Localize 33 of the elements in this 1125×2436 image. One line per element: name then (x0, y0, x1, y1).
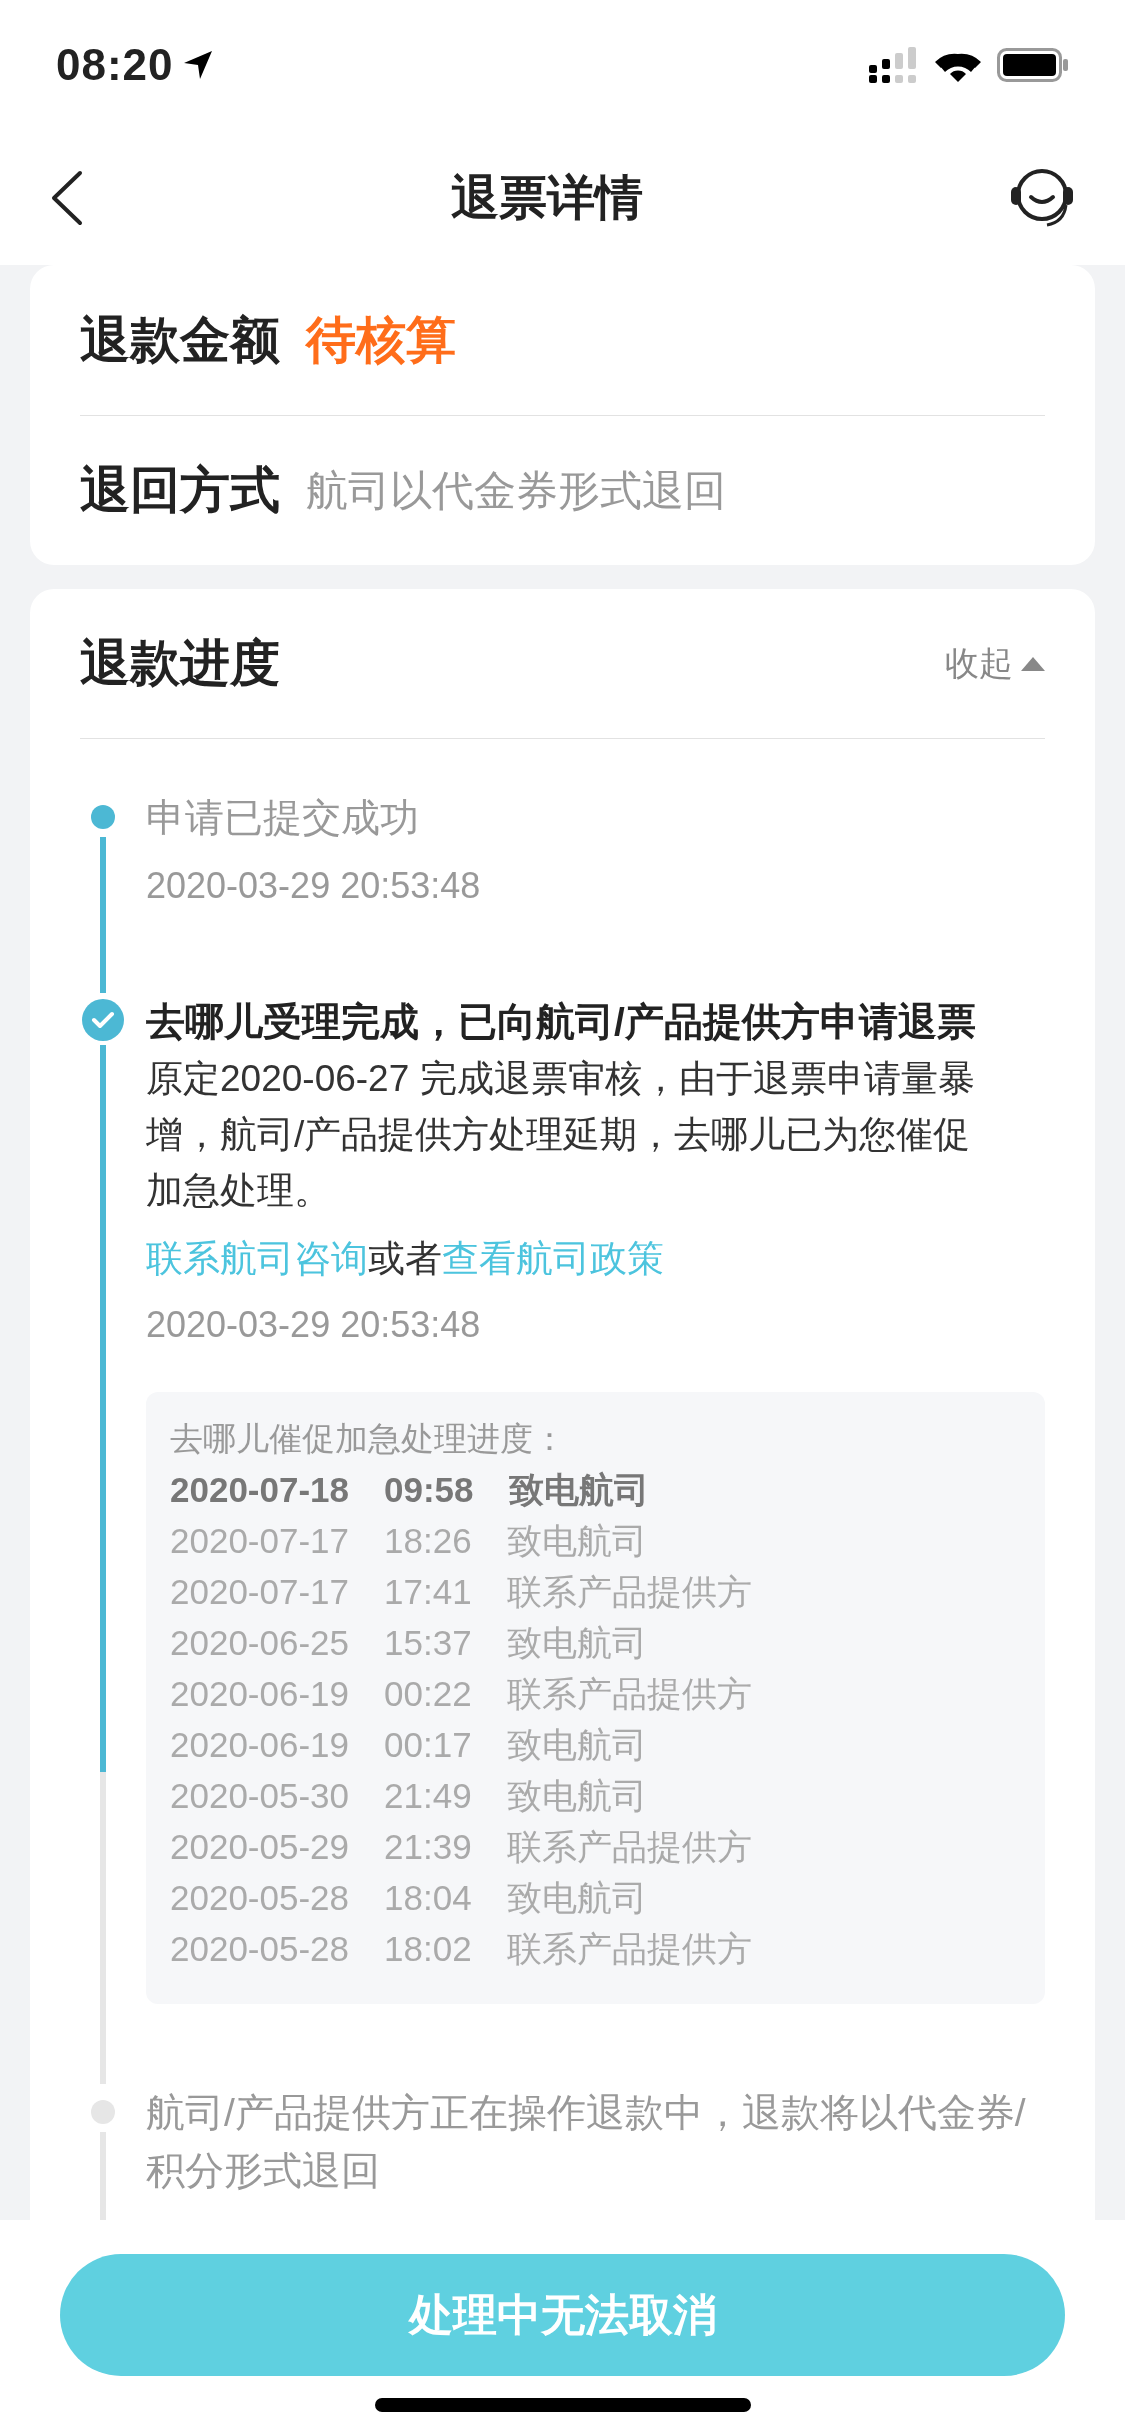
log-entry: 2020-06-19 00:17 致电航司 (170, 1724, 648, 1766)
link[interactable]: 查看航司政策 (442, 1238, 664, 1279)
step-description: 原定2020-06-27 完成退票审核，由于退票申请量暴增，航司/产品提供方处理延期，去哪儿已为您催促加急处理。 (146, 1057, 976, 1213)
log-entry: 2020-05-30 21:49 致电航司 (170, 1775, 648, 1817)
connector-text: 或者 (368, 1238, 442, 1279)
log-entry: 2020-07-17 18:26 致电航司 (170, 1520, 648, 1562)
signal-icon (869, 47, 919, 83)
status-time: 08:20 (56, 39, 174, 91)
headset-icon[interactable] (1009, 166, 1075, 229)
page-title: 退票详情 (450, 169, 643, 226)
field-label: 退款金额 (80, 310, 280, 370)
log-entry: 2020-06-25 15:37 致电航司 (170, 1622, 648, 1664)
step-title: 去哪儿受理完成，已向航司/产品提供方申请退票 (146, 999, 977, 1045)
step-title: 申请已提交成功 (146, 795, 420, 841)
link[interactable]: 联系航司咨询 (146, 1238, 368, 1279)
log-entry: 2020-06-19 00:22 联系产品提供方 (170, 1673, 753, 1715)
log-heading: 去哪儿催促加急处理进度： (170, 1419, 567, 1459)
triangle-icon (1021, 656, 1045, 671)
back-icon[interactable] (50, 169, 84, 226)
section-title: 退款进度 (80, 634, 280, 693)
field-value: 待核算 (306, 310, 456, 370)
log-entry: 2020-05-29 21:39 联系产品提供方 (170, 1826, 753, 1868)
log-entry: 2020-07-18 09:58 致电航司 (170, 1469, 650, 1511)
collapse-toggle[interactable]: 收起 (945, 638, 1045, 689)
battery-icon (997, 48, 1069, 82)
log-entry: 2020-05-28 18:04 致电航司 (170, 1877, 648, 1919)
field-value: 航司以代金券形式退回 (306, 466, 726, 516)
log-entry: 2020-05-28 18:02 联系产品提供方 (170, 1928, 753, 1970)
field-label: 退回方式 (80, 461, 280, 520)
step-time: 2020-03-29 20:53:48 (146, 1303, 482, 1347)
log-entry: 2020-07-17 17:41 联系产品提供方 (170, 1571, 753, 1613)
step-time: 2020-03-29 20:53:48 (146, 864, 482, 908)
step-title: 航司/产品提供方正在操作退款中，退款将以代金券/积分形式退回 (146, 2090, 1027, 2194)
